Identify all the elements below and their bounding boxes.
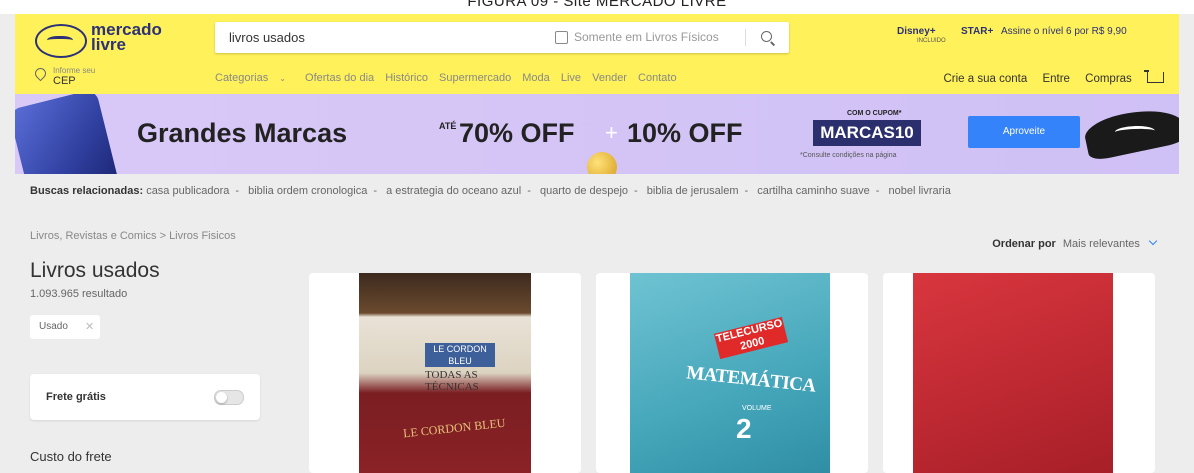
nav-vender[interactable]: Vender bbox=[592, 72, 627, 84]
sort-value: Mais relevantes bbox=[1062, 238, 1140, 250]
related-label: Buscas relacionadas: bbox=[30, 185, 144, 197]
related-item[interactable]: cartilha caminho suave bbox=[757, 185, 870, 197]
product-card[interactable]: TELECURSO 2000 MATEMÁTICA VOLUME 2 bbox=[596, 273, 868, 473]
nav-ofertas[interactable]: Ofertas do dia bbox=[305, 72, 374, 84]
phone-image bbox=[15, 94, 120, 174]
figure-caption: FIGURA 09 - Site MERCADO LIVRE bbox=[0, 0, 1194, 14]
related-item[interactable]: nobel livraria bbox=[888, 185, 950, 197]
cart-icon[interactable] bbox=[1144, 70, 1164, 83]
product-image[interactable]: LE CORDON BLEU TODAS AS TÉCNICAS LE CORD… bbox=[359, 273, 531, 473]
page-title: Livros usados bbox=[30, 259, 160, 282]
cep-label: CEP bbox=[53, 75, 76, 87]
book-cover-footer: LE CORDON BLEU bbox=[402, 415, 507, 441]
product-card[interactable]: LE CORDON BLEU TODAS AS TÉCNICAS LE CORD… bbox=[309, 273, 581, 473]
shipping-cost-heading: Custo do frete bbox=[30, 449, 112, 464]
nav-categorias[interactable]: Categorias ⌄ bbox=[215, 72, 294, 84]
book-title-line-1: TODAS AS bbox=[425, 369, 478, 381]
book-cover-tag: LE CORDON BLEU bbox=[425, 343, 495, 367]
product-card[interactable] bbox=[883, 273, 1155, 473]
product-image[interactable]: TELECURSO 2000 MATEMÁTICA VOLUME 2 bbox=[630, 273, 830, 473]
nav-moda[interactable]: Moda bbox=[522, 72, 550, 84]
close-icon[interactable]: ✕ bbox=[85, 315, 94, 339]
product-image[interactable] bbox=[913, 273, 1113, 473]
site-header: mercado livre Somente em Livros Físicos … bbox=[15, 14, 1179, 94]
filter-chip-usado[interactable]: Usado ✕ bbox=[30, 315, 100, 339]
chevron-down-icon: ⌄ bbox=[279, 74, 286, 83]
book-volume-label: VOLUME bbox=[742, 405, 772, 412]
book-cover-title: TODAS AS TÉCNICAS bbox=[425, 369, 497, 393]
disney-star-promo[interactable]: Disney+ INCLUIDO STAR+ Assine o nível 6 … bbox=[897, 24, 1167, 50]
mercado-livre-logo[interactable]: mercado livre bbox=[35, 21, 185, 58]
sort-dropdown[interactable]: Ordenar por Mais relevantes bbox=[992, 236, 1158, 250]
separator: - bbox=[527, 185, 531, 197]
search-divider bbox=[745, 29, 746, 46]
separator: - bbox=[744, 185, 749, 197]
free-shipping-label: Frete grátis bbox=[46, 391, 106, 403]
separator: - bbox=[634, 185, 638, 197]
login-link[interactable]: Entre bbox=[1042, 73, 1070, 85]
physical-books-label: Somente em Livros Físicos bbox=[574, 30, 719, 44]
related-searches: Buscas relacionadas: casa publicadora - b… bbox=[30, 185, 1180, 197]
cep-hint: Informe seu bbox=[53, 66, 96, 75]
book-title-line-2: TÉCNICAS bbox=[425, 381, 479, 393]
coupon-code: MARCAS10 bbox=[813, 120, 921, 146]
free-shipping-filter: Frete grátis bbox=[30, 374, 260, 420]
nav-label: Categorias bbox=[215, 72, 269, 84]
star-plus-logo: STAR+ bbox=[961, 26, 994, 37]
sneaker-image bbox=[1081, 102, 1179, 162]
create-account-link[interactable]: Crie a sua conta bbox=[943, 73, 1027, 85]
banner-discount-1: 70% OFF bbox=[459, 118, 575, 148]
book-volume-number: 2 bbox=[736, 413, 752, 444]
nav-live[interactable]: Live bbox=[561, 72, 581, 84]
logo-line-2: livre bbox=[91, 35, 126, 54]
banner-discount-2: 10% OFF bbox=[627, 118, 743, 148]
book-cover-tag: TELECURSO 2000 bbox=[713, 316, 789, 360]
search-bar: Somente em Livros Físicos bbox=[215, 22, 789, 53]
nav-historico[interactable]: Histórico bbox=[385, 72, 428, 84]
banner-ate: ATÉ bbox=[439, 121, 457, 131]
nav-supermercado[interactable]: Supermercado bbox=[439, 72, 511, 84]
caption-text: FIGURA 09 - Site MERCADO LIVRE bbox=[467, 0, 727, 10]
breadcrumb[interactable]: Livros, Revistas e Comics > Livros Fisic… bbox=[30, 230, 236, 242]
handshake-icon bbox=[35, 24, 87, 58]
aproveite-button[interactable]: Aproveite bbox=[968, 116, 1080, 148]
sort-label: Ordenar por bbox=[992, 238, 1056, 250]
promo-text: Assine o nível 6 por R$ 9,90 bbox=[1001, 26, 1127, 37]
free-shipping-toggle[interactable] bbox=[214, 390, 244, 405]
physical-books-checkbox[interactable] bbox=[555, 31, 568, 44]
disney-plus-logo: Disney+ bbox=[897, 26, 936, 37]
account-links: Crie a sua conta Entre Compras bbox=[931, 70, 1164, 88]
banner-headline: Grandes Marcas bbox=[137, 118, 348, 148]
main-nav: Categorias ⌄ Ofertas do dia Histórico Su… bbox=[215, 72, 685, 88]
related-item[interactable]: casa publicadora bbox=[146, 185, 229, 197]
coupon-top-label: COM O CUPOM* bbox=[847, 110, 902, 117]
separator: - bbox=[235, 185, 240, 197]
search-button[interactable] bbox=[755, 27, 779, 49]
location-pin-icon bbox=[32, 65, 49, 82]
related-item[interactable]: quarto de despejo bbox=[540, 185, 628, 197]
banner-plus: + bbox=[605, 120, 618, 145]
book-cover-title: MATEMÁTICA bbox=[685, 362, 817, 397]
search-icon bbox=[761, 31, 772, 42]
cep-selector[interactable]: Informe seu CEP bbox=[32, 65, 135, 90]
related-item[interactable]: biblia ordem cronologica bbox=[248, 185, 367, 197]
promo-banner[interactable]: Grandes Marcas ATÉ 70% OFF + 10% OFF COM… bbox=[15, 94, 1179, 174]
gold-ball-decoration bbox=[587, 152, 617, 174]
related-item[interactable]: biblia de jerusalem bbox=[647, 185, 739, 197]
chip-label: Usado bbox=[39, 321, 68, 332]
results-count: 1.093.965 resultado bbox=[30, 288, 128, 300]
related-item[interactable]: a estrategia do oceano azul bbox=[386, 185, 521, 197]
separator: - bbox=[373, 185, 377, 197]
search-input[interactable] bbox=[229, 22, 529, 53]
coupon-conditions: *Consulte condições na página bbox=[800, 152, 897, 159]
included-label: INCLUIDO bbox=[917, 38, 946, 44]
nav-contato[interactable]: Contato bbox=[638, 72, 677, 84]
chevron-down-icon bbox=[1148, 236, 1158, 246]
logo-wordmark: mercado livre bbox=[91, 21, 162, 54]
purchases-link[interactable]: Compras bbox=[1085, 73, 1132, 85]
separator: - bbox=[875, 185, 880, 197]
